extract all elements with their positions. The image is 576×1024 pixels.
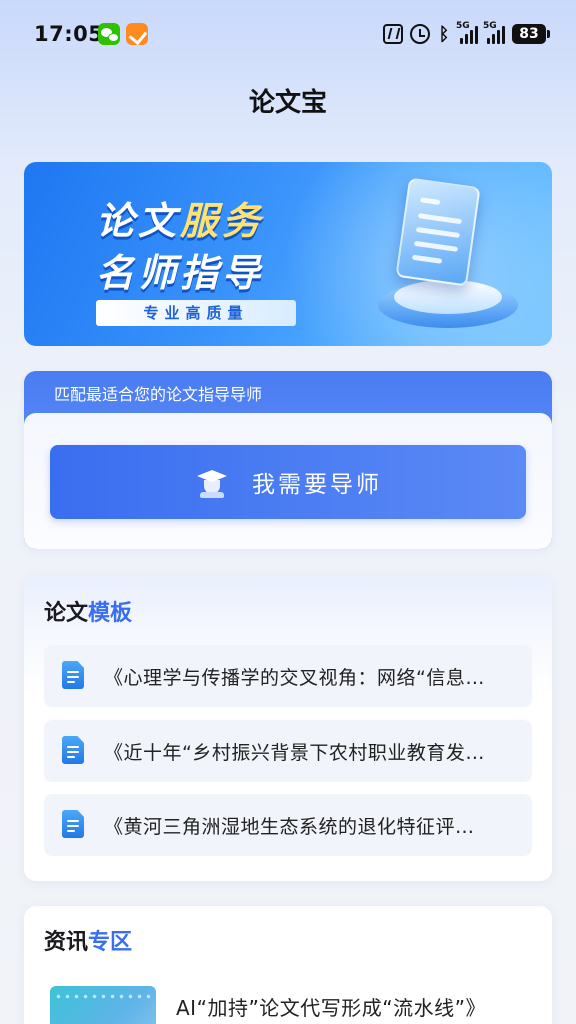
status-bar: 17:05 ᛒ 5G 5G 83 <box>0 0 576 64</box>
status-time: 17:05 <box>34 22 104 46</box>
banner-headline-1: 论文服务 <box>96 199 265 243</box>
template-title: 《心理学与传播学的交叉视角：网络“信息… <box>104 666 485 689</box>
signal-icon-2: 5G <box>483 21 505 44</box>
mentor-match-card: 匹配最适合您的论文指导导师 我需要导师 <box>24 371 552 549</box>
document-illustration-icon <box>362 172 522 342</box>
banner-tag: 专业高质量 <box>96 300 296 326</box>
page-title: 论文宝 <box>248 88 327 118</box>
template-item[interactable]: 《近十年“乡村振兴背景下农村职业教育发… <box>44 720 532 782</box>
document-icon <box>62 810 86 840</box>
mentor-card-body: 我需要导师 <box>24 413 552 549</box>
mentor-heading: 匹配最适合您的论文指导导师 <box>54 385 263 404</box>
document-icon <box>62 661 86 691</box>
graduation-cap-icon <box>194 464 230 500</box>
network-type-label: 5G <box>456 21 470 31</box>
template-item[interactable]: 《黄河三角洲湿地生态系统的退化特征评… <box>44 794 532 856</box>
template-item[interactable]: 《心理学与传播学的交叉视角：网络“信息… <box>44 645 532 707</box>
alarm-icon <box>410 24 430 44</box>
template-title: 《黄河三角洲湿地生态系统的退化特征评… <box>104 815 475 838</box>
banner-headline-2: 名师指导 <box>96 251 265 295</box>
news-thumbnail[interactable] <box>50 986 156 1024</box>
need-mentor-label: 我需要导师 <box>252 472 382 498</box>
bluetooth-icon: ᛒ <box>438 23 450 45</box>
need-mentor-button[interactable]: 我需要导师 <box>50 445 526 519</box>
news-item-title[interactable]: AI“加持”论文代写形成“流水线”》 <box>176 992 486 1021</box>
battery-icon: 83 <box>512 24 550 44</box>
nfc-icon <box>383 24 403 44</box>
templates-title: 论文模板 <box>44 601 133 626</box>
promo-banner[interactable]: 论文服务 名师指导 专业高质量 <box>24 162 552 346</box>
system-icons: ᛒ 5G 5G 83 <box>383 21 550 46</box>
signal-icon-1: 5G <box>456 21 478 44</box>
document-icon <box>62 736 86 766</box>
wechat-notification-icon <box>98 23 120 45</box>
news-card: 资讯专区 AI“加持”论文代写形成“流水线”》 <box>24 906 552 1024</box>
news-title: 资讯专区 <box>44 930 133 955</box>
template-title: 《近十年“乡村振兴背景下农村职业教育发… <box>104 741 485 764</box>
network-type-label-2: 5G <box>483 21 497 31</box>
app-notification-icon <box>126 23 148 45</box>
templates-card: 论文模板 《心理学与传播学的交叉视角：网络“信息… 《近十年“乡村振兴背景下农村… <box>24 575 552 881</box>
